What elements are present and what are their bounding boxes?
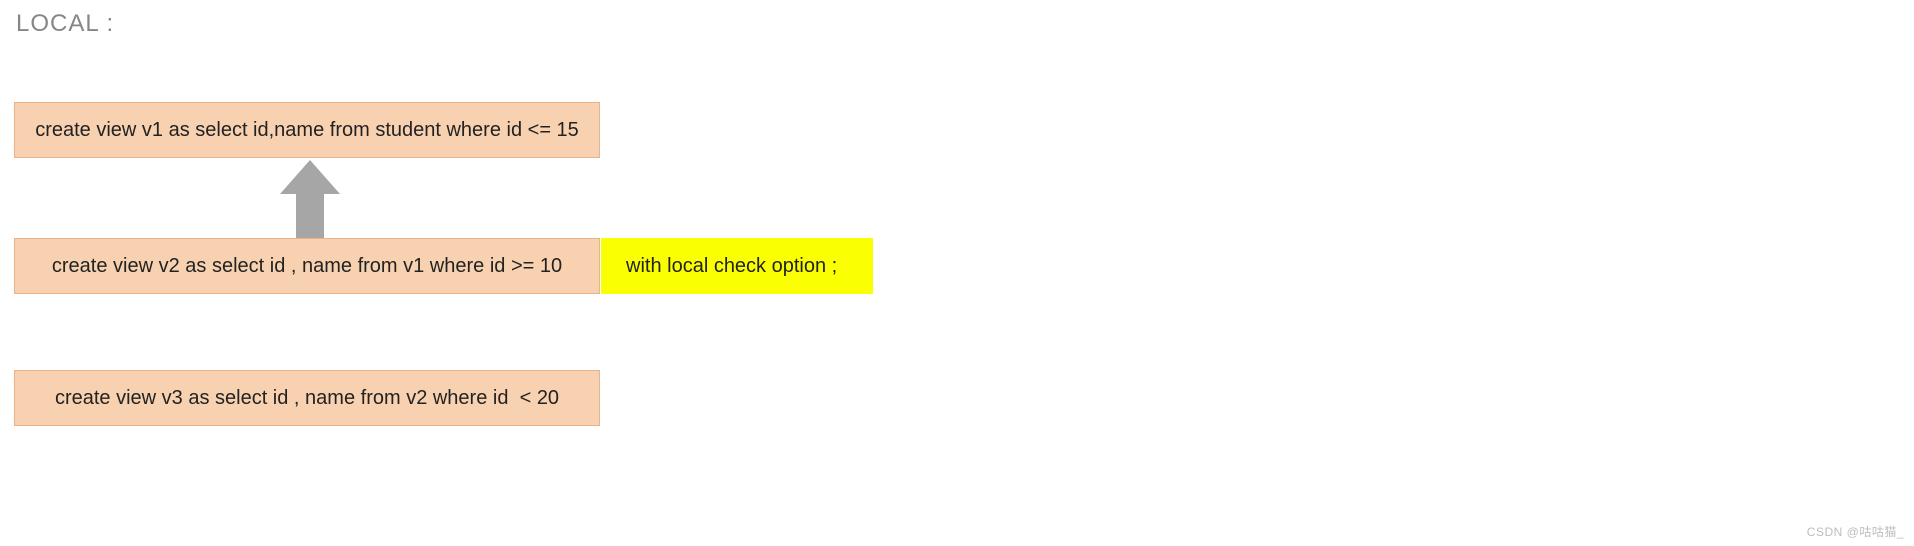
view-v3-box: create view v3 as select id , name from … (14, 370, 600, 426)
view-v2-box: create view v2 as select id , name from … (14, 238, 600, 294)
view-v1-box: create view v1 as select id,name from st… (14, 102, 600, 158)
check-option-text: with local check option ; (626, 255, 837, 278)
check-option-box: with local check option ; (601, 238, 873, 294)
view-v1-sql: create view v1 as select id,name from st… (35, 119, 579, 142)
view-v2-sql: create view v2 as select id , name from … (52, 255, 562, 278)
watermark-text: CSDN @咕咕猫_ (1807, 523, 1904, 540)
view-v3-sql: create view v3 as select id , name from … (55, 387, 559, 410)
arrow-up-icon (280, 160, 340, 243)
section-title: LOCAL : (16, 10, 114, 38)
